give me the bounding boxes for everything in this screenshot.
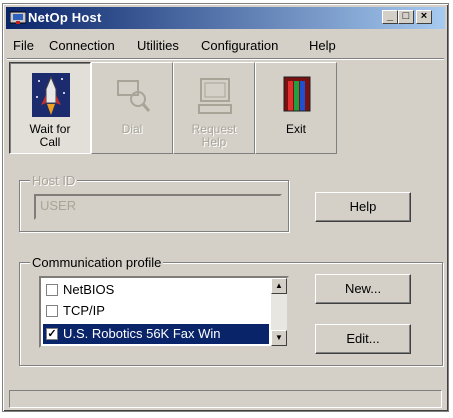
host-id-field[interactable]: USER: [34, 194, 282, 220]
list-item-usrobotics[interactable]: ✓ U.S. Robotics 56K Fax Win: [43, 324, 269, 344]
maximize-button[interactable]: □: [398, 10, 414, 24]
tcpip-checkbox[interactable]: [46, 305, 58, 317]
computer-help-icon: [198, 78, 232, 114]
exit-door-icon: [283, 76, 311, 112]
netbios-checkbox[interactable]: [46, 284, 58, 296]
new-profile-button[interactable]: New...: [315, 274, 411, 304]
exit-button[interactable]: Exit: [255, 62, 337, 154]
main-window: NetOp Host _ □ × File Connection Utiliti…: [2, 3, 449, 412]
title-bar[interactable]: NetOp Host _ □ ×: [6, 7, 445, 29]
rocket-icon: [32, 73, 70, 117]
exit-label: Exit: [285, 122, 306, 136]
list-scrollbar[interactable]: ▲ ▼: [271, 278, 287, 346]
host-id-group: Host ID USER: [19, 173, 289, 232]
close-button[interactable]: ×: [416, 10, 432, 24]
help-button[interactable]: Help: [315, 192, 411, 222]
menu-connection[interactable]: Connection: [49, 38, 115, 53]
request-help-button[interactable]: Request Help: [173, 62, 255, 154]
scroll-up-arrow-icon[interactable]: ▲: [271, 278, 287, 294]
list-item-tcpip[interactable]: TCP/IP: [43, 301, 269, 321]
menu-configuration[interactable]: Configuration: [201, 38, 278, 53]
magnifier-icon: [117, 80, 151, 112]
wait-for-call-button[interactable]: Wait for Call: [9, 62, 91, 154]
window-title: NetOp Host: [28, 10, 102, 25]
profile-listbox[interactable]: NetBIOS TCP/IP ✓ U.S. Robotics 56K Fax W…: [39, 276, 289, 348]
menu-help[interactable]: Help: [309, 38, 336, 53]
scroll-down-arrow-icon[interactable]: ▼: [271, 330, 287, 346]
wait-for-call-label: Wait for Call: [29, 122, 71, 149]
status-bar: [9, 390, 442, 408]
edit-profile-button[interactable]: Edit...: [315, 324, 411, 354]
usrobotics-checkbox[interactable]: ✓: [46, 328, 58, 340]
toolbar-divider: [7, 58, 444, 60]
request-help-label: Request Help: [191, 122, 237, 149]
menu-file[interactable]: File: [13, 38, 34, 53]
dial-label: Dial: [121, 122, 143, 136]
host-id-title: Host ID: [30, 173, 78, 188]
minimize-button[interactable]: _: [382, 10, 398, 24]
netop-app-icon: [10, 11, 26, 24]
dial-button[interactable]: Dial: [91, 62, 173, 154]
menu-utilities[interactable]: Utilities: [137, 38, 179, 53]
list-item-netbios[interactable]: NetBIOS: [43, 280, 269, 300]
communication-profile-title: Communication profile: [30, 255, 164, 270]
